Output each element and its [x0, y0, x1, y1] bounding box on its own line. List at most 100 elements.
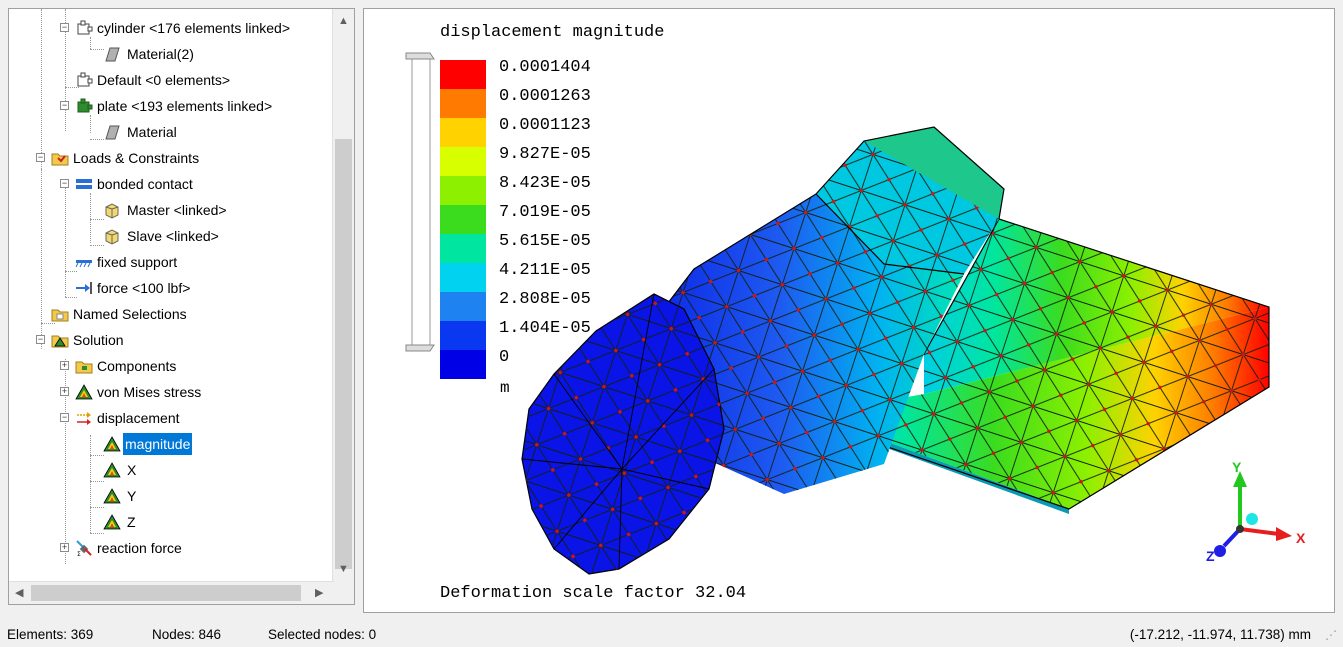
collapse-toggle[interactable]: −: [60, 101, 69, 110]
axis-triad: Y X Z: [1206, 459, 1306, 564]
legend-slider-top-handle[interactable]: [405, 52, 435, 60]
tree-item-label: displacement: [97, 410, 180, 426]
legend-slider-bottom-handle[interactable]: [405, 344, 435, 352]
legend-color-box: [440, 321, 486, 350]
result-icon: [103, 436, 121, 452]
expand-toggle[interactable]: +: [60, 543, 69, 552]
axis-x-label: X: [1296, 530, 1306, 546]
vertical-scroll-thumb[interactable]: [335, 139, 352, 569]
legend-value-label: 0.0001404: [499, 58, 591, 77]
tree-item-label: Slave <linked>: [127, 228, 219, 244]
tree-item-label-selected: magnitude: [123, 433, 193, 455]
tree-item-label: plate <193 elements linked>: [97, 98, 273, 114]
legend-value-label: 2.808E-05: [499, 290, 591, 309]
legend-color-box: [440, 350, 486, 379]
material-icon: [105, 47, 120, 62]
fem-model[interactable]: [521, 126, 1270, 575]
legend-value-label: 0.0001123: [499, 116, 591, 135]
legend-color-box: [440, 205, 486, 234]
collapse-toggle[interactable]: −: [60, 413, 69, 422]
tree-vertical-scrollbar[interactable]: ▲ ▼: [332, 9, 354, 582]
tree-item-label: cylinder <176 elements linked>: [97, 20, 291, 36]
body-puzzle-icon: [77, 72, 93, 87]
scrollbar-corner: [333, 582, 354, 604]
status-cursor-coords: (-17.212, -11.974, 11.738) mm: [1129, 627, 1311, 642]
tree-item-label: force <100 lbf>: [97, 280, 191, 296]
tree-item-label: Loads & Constraints: [73, 150, 200, 166]
folder-loads-icon: [51, 153, 69, 166]
legend-color-box: [440, 147, 486, 176]
legend-value-label: 8.423E-05: [499, 174, 591, 193]
result-icon: [103, 514, 121, 530]
tree-item-cylinder[interactable]: − cylinder <176 elements linked>: [9, 15, 329, 41]
tree-item-label: Z: [127, 514, 136, 530]
tree-item-label: Default <0 elements>: [97, 72, 231, 88]
legend-color-box: [440, 89, 486, 118]
result-icon: [103, 488, 121, 504]
material-icon: [105, 125, 120, 140]
expand-toggle[interactable]: +: [60, 361, 69, 370]
legend-slider[interactable]: [405, 52, 435, 352]
body-puzzle-icon: [77, 20, 93, 35]
scroll-down-icon[interactable]: ▼: [338, 563, 349, 575]
collapse-toggle[interactable]: −: [60, 179, 69, 188]
legend-value-label: 1.404E-05: [499, 319, 591, 338]
cube-icon: [105, 203, 119, 219]
named-selection-icon: [51, 309, 69, 322]
resize-grip-icon[interactable]: ⋰: [1325, 623, 1337, 647]
viewport-title: displacement magnitude: [440, 23, 664, 42]
tree-item-label: Material: [127, 124, 177, 140]
scroll-left-icon[interactable]: ◀: [15, 586, 23, 599]
tree-item-label: von Mises stress: [97, 384, 202, 400]
reaction-force-icon: Σ: [76, 540, 92, 557]
legend-value-label: 9.827E-05: [499, 145, 591, 164]
status-selected-nodes: Selected nodes: 0: [268, 627, 377, 642]
tree-item-label: reaction force: [97, 540, 182, 556]
status-bar: Elements: 369 Nodes: 846 Selected nodes:…: [0, 623, 1343, 647]
status-elements: Elements: 369: [7, 627, 94, 642]
collapse-toggle[interactable]: −: [36, 153, 45, 162]
fixed-support-icon: [75, 260, 92, 268]
displacement-icon: [77, 412, 91, 425]
legend-value-label: 0: [499, 348, 509, 367]
scroll-right-icon[interactable]: ▶: [315, 586, 323, 599]
tree-item-label: Solution: [73, 332, 124, 348]
legend-color-box: [440, 263, 486, 292]
viewport-canvas[interactable]: displacement magnitude 0.0001404 0.000126…: [364, 9, 1334, 612]
tree-horizontal-scrollbar[interactable]: ◀ ▶: [9, 581, 334, 604]
legend-value-label: 5.615E-05: [499, 232, 591, 251]
scroll-up-icon[interactable]: ▲: [338, 15, 349, 27]
status-nodes: Nodes: 846: [152, 627, 222, 642]
cube-icon: [105, 229, 119, 245]
tree-item-label: Material(2): [127, 46, 194, 62]
body-puzzle-icon: [77, 98, 93, 113]
legend-color-scale: [440, 60, 486, 379]
legend-color-box: [440, 176, 486, 205]
result-icon: [75, 384, 93, 400]
deformation-scale-label: Deformation scale factor 32.04: [440, 584, 746, 603]
collapse-toggle[interactable]: −: [60, 23, 69, 32]
legend-color-box: [440, 60, 486, 89]
model-tree-panel: − cylinder <176 elements linked> Materia…: [8, 8, 355, 605]
horizontal-scroll-thumb[interactable]: [31, 585, 301, 601]
axis-y-label: Y: [1232, 459, 1242, 475]
legend-color-box: [440, 234, 486, 263]
legend-unit: m: [500, 379, 510, 397]
contact-icon: [76, 179, 92, 189]
tree-item-label: bonded contact: [97, 176, 193, 192]
tree-item-label: X: [127, 462, 137, 478]
tree-item-label: Components: [97, 358, 177, 374]
tree-item-label: Master <linked>: [127, 202, 227, 218]
legend-color-box: [440, 118, 486, 147]
expand-toggle[interactable]: +: [60, 387, 69, 396]
tree-item-label: Named Selections: [73, 306, 187, 322]
collapse-toggle[interactable]: −: [36, 335, 45, 344]
folder-icon: [75, 361, 93, 374]
legend-value-label: 7.019E-05: [499, 203, 591, 222]
tree-item-label: fixed support: [97, 254, 178, 270]
result-viewport[interactable]: displacement magnitude 0.0001404 0.000126…: [363, 8, 1335, 613]
legend-value-labels: 0.0001404 0.0001263 0.0001123 9.827E-05 8.42…: [499, 58, 591, 367]
result-icon: [103, 462, 121, 478]
model-tree: − cylinder <176 elements linked> Materia…: [9, 9, 334, 582]
legend-value-label: 4.211E-05: [499, 261, 591, 280]
